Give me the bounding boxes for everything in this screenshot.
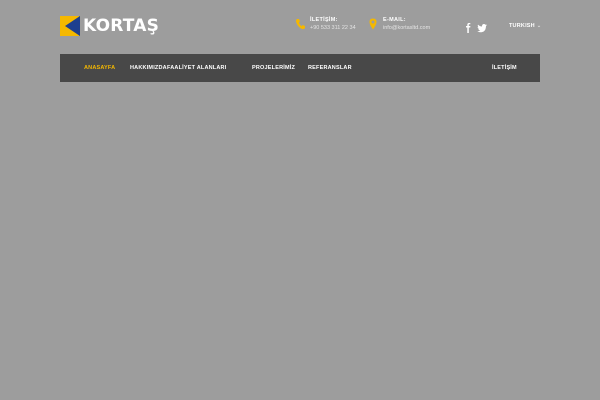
main-navigation: ANASAYFA HAKKIMIZDA FAALİYET ALANLARI PR…: [60, 54, 540, 82]
phone-number[interactable]: +90 533 311 22 34: [310, 24, 356, 32]
facebook-icon[interactable]: [463, 20, 473, 33]
phone-icon: [296, 19, 305, 30]
language-label: TURKISH: [509, 23, 535, 29]
map-pin-icon: [369, 18, 377, 30]
social-links: [463, 20, 487, 33]
language-selector[interactable]: TURKISH ⌄: [509, 23, 541, 29]
email-address[interactable]: info@kortasltd.com: [383, 24, 430, 32]
nav-item-referanslar[interactable]: REFERANSLAR: [308, 54, 352, 82]
brand-logo[interactable]: KORTAŞ: [60, 16, 159, 36]
phone-label: İLETİŞİM:: [310, 17, 338, 23]
nav-item-faaliyet-alanlari[interactable]: FAALİYET ALANLARI: [167, 54, 226, 82]
contact-phone: İLETİŞİM: +90 533 311 22 34: [295, 17, 356, 32]
chevron-down-icon: ⌄: [536, 23, 542, 29]
email-label: E-MAIL:: [383, 17, 406, 23]
nav-item-iletisim[interactable]: İLETİŞİM: [492, 54, 517, 82]
site-header: KORTAŞ İLETİŞİM: +90 533 311 22 34 E-MAI…: [0, 0, 600, 54]
kortas-logo-icon: [60, 16, 80, 36]
contact-email: E-MAIL: info@kortasltd.com: [368, 17, 430, 32]
twitter-icon[interactable]: [477, 20, 487, 33]
brand-name: KORTAŞ: [83, 16, 160, 36]
nav-item-anasayfa[interactable]: ANASAYFA: [84, 54, 115, 82]
nav-item-projelerimiz[interactable]: PROJELERİMİZ: [252, 54, 295, 82]
nav-item-hakkimizda[interactable]: HAKKIMIZDA: [130, 54, 167, 82]
